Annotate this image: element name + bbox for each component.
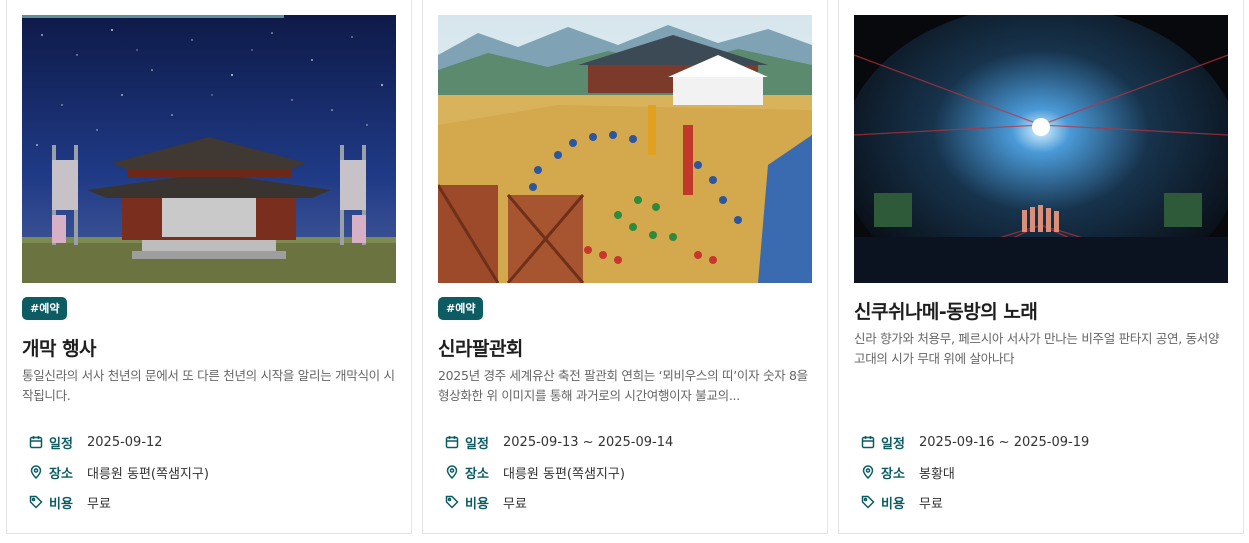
palgwanhoe-illustration-image xyxy=(438,15,812,283)
event-card-sinkushname[interactable]: 신쿠쉬나메-동방의 노래 신라 향가와 처용무, 페르시아 서사가 만나는 비주… xyxy=(838,0,1244,534)
place-label: 장소 xyxy=(49,466,73,482)
cost-value: 무료 xyxy=(87,496,111,512)
event-card-opening[interactable]: #예약 개막 행사 통일신라의 서사 천년의 문에서 또 다른 천년의 시작을 … xyxy=(6,0,412,534)
place-row: 장소 대릉원 동편(쪽샘지구) xyxy=(29,462,209,482)
event-thumbnail-opening[interactable] xyxy=(22,15,396,283)
price-tag-icon xyxy=(861,495,875,509)
place-label: 장소 xyxy=(881,466,905,482)
reservation-tag[interactable]: #예약 xyxy=(438,297,484,320)
cost-row: 비용 무료 xyxy=(29,492,111,512)
calendar-icon xyxy=(861,435,875,449)
event-title[interactable]: 개막 행사 xyxy=(22,334,97,361)
opening-ceremony-image xyxy=(22,15,396,283)
cost-label: 비용 xyxy=(881,496,905,512)
schedule-row: 일정 2025-09-12 xyxy=(29,432,163,452)
place-value: 봉황대 xyxy=(919,466,955,482)
reservation-tag[interactable]: #예약 xyxy=(22,297,68,320)
cost-row: 비용 무료 xyxy=(445,492,527,512)
event-title[interactable]: 신쿠쉬나메-동방의 노래 xyxy=(854,297,1038,324)
location-pin-icon xyxy=(861,465,875,479)
cost-label: 비용 xyxy=(465,496,489,512)
event-description: 2025년 경주 세계유산 축전 팔관회 연희는 ‘뫼비우스의 띠’이자 숫자 … xyxy=(438,368,808,403)
event-title[interactable]: 신라팔관회 xyxy=(438,334,523,361)
cost-value: 무료 xyxy=(503,496,527,512)
location-pin-icon xyxy=(29,465,43,479)
schedule-value: 2025-09-12 xyxy=(87,434,163,450)
schedule-row: 일정 2025-09-16 ~ 2025-09-19 xyxy=(861,432,1089,452)
schedule-value: 2025-09-13 ~ 2025-09-14 xyxy=(503,434,674,450)
price-tag-icon xyxy=(29,495,43,509)
event-description: 신라 향가와 처용무, 페르시아 서사가 만나는 비주얼 판타지 공연, 동서양… xyxy=(854,331,1220,366)
event-thumbnail-palgwanhoe[interactable] xyxy=(438,15,812,283)
price-tag-icon xyxy=(445,495,459,509)
cost-row: 비용 무료 xyxy=(861,492,943,512)
schedule-row: 일정 2025-09-13 ~ 2025-09-14 xyxy=(445,432,673,452)
place-label: 장소 xyxy=(465,466,489,482)
schedule-value: 2025-09-16 ~ 2025-09-19 xyxy=(919,434,1090,450)
schedule-label: 일정 xyxy=(881,436,905,452)
location-pin-icon xyxy=(445,465,459,479)
sinkushname-stage-image xyxy=(854,15,1228,283)
event-thumbnail-sinkushname[interactable] xyxy=(854,15,1228,283)
place-row: 장소 봉황대 xyxy=(861,462,955,482)
schedule-label: 일정 xyxy=(49,436,73,452)
calendar-icon xyxy=(445,435,459,449)
event-description: 통일신라의 서사 천년의 문에서 또 다른 천년의 시작을 알리는 개막식이 시… xyxy=(22,368,395,403)
event-card-palgwanhoe[interactable]: #예약 신라팔관회 2025년 경주 세계유산 축전 팔관회 연희는 ‘뫼비우스… xyxy=(422,0,828,534)
place-value: 대릉원 동편(쪽샘지구) xyxy=(503,466,625,482)
cost-label: 비용 xyxy=(49,496,73,512)
schedule-label: 일정 xyxy=(465,436,489,452)
calendar-icon xyxy=(29,435,43,449)
place-value: 대릉원 동편(쪽샘지구) xyxy=(87,466,209,482)
cost-value: 무료 xyxy=(919,496,943,512)
place-row: 장소 대릉원 동편(쪽샘지구) xyxy=(445,462,625,482)
